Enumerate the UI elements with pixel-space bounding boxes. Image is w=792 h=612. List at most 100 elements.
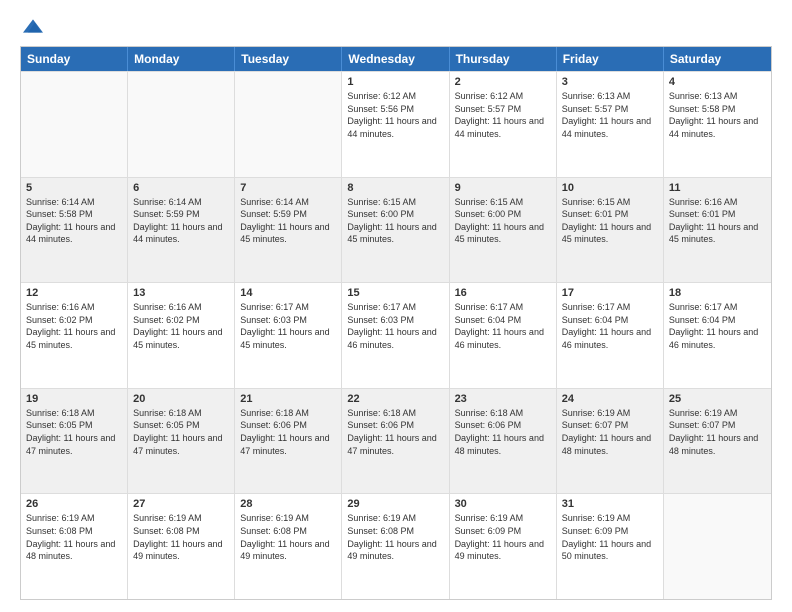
weekday-header: Tuesday — [235, 47, 342, 71]
cell-info: Sunrise: 6:19 AM Sunset: 6:08 PM Dayligh… — [347, 512, 443, 562]
calendar-body: 1 Sunrise: 6:12 AM Sunset: 5:56 PM Daylig… — [21, 71, 771, 599]
day-number: 29 — [347, 498, 443, 510]
day-number: 19 — [26, 393, 122, 405]
header — [20, 16, 772, 36]
cell-info: Sunrise: 6:14 AM Sunset: 5:58 PM Dayligh… — [26, 196, 122, 246]
cell-info: Sunrise: 6:14 AM Sunset: 5:59 PM Dayligh… — [240, 196, 336, 246]
day-number: 17 — [562, 287, 658, 299]
calendar-cell — [128, 72, 235, 177]
cell-info: Sunrise: 6:18 AM Sunset: 6:05 PM Dayligh… — [133, 407, 229, 457]
day-number: 7 — [240, 182, 336, 194]
calendar-cell: 14Sunrise: 6:17 AM Sunset: 6:03 PM Dayli… — [235, 283, 342, 388]
calendar-cell: 6 Sunrise: 6:14 AM Sunset: 5:59 PM Daylig… — [128, 178, 235, 283]
day-number: 9 — [455, 182, 551, 194]
day-number: 21 — [240, 393, 336, 405]
day-number: 15 — [347, 287, 443, 299]
calendar-cell: 7 Sunrise: 6:14 AM Sunset: 5:59 PM Daylig… — [235, 178, 342, 283]
cell-info: Sunrise: 6:19 AM Sunset: 6:08 PM Dayligh… — [240, 512, 336, 562]
calendar-cell: 21 Sunrise: 6:18 AM Sunset: 6:06 PM Dayli… — [235, 389, 342, 494]
cell-info: Sunrise: 6:17 AM Sunset: 6:04 PM Dayligh… — [669, 301, 766, 351]
cell-info: Sunrise: 6:19 AM Sunset: 6:09 PM Dayligh… — [455, 512, 551, 562]
day-number: 27 — [133, 498, 229, 510]
cell-info: Sunrise: 6:12 AM Sunset: 5:56 PM Dayligh… — [347, 90, 443, 140]
weekday-header: Thursday — [450, 47, 557, 71]
cell-info: Sunrise: 6:16 AM Sunset: 6:02 PM Dayligh… — [26, 301, 122, 351]
calendar-cell: 18 Sunrise: 6:17 AM Sunset: 6:04 PM Dayli… — [664, 283, 771, 388]
day-number: 13 — [133, 287, 229, 299]
page: SundayMondayTuesdayWednesdayThursdayFrid… — [0, 0, 792, 612]
cell-info: Sunrise: 6:19 AM Sunset: 6:07 PM Dayligh… — [669, 407, 766, 457]
weekday-header: Wednesday — [342, 47, 449, 71]
calendar-row: 1 Sunrise: 6:12 AM Sunset: 5:56 PM Daylig… — [21, 71, 771, 177]
day-number: 26 — [26, 498, 122, 510]
calendar-cell: 13 Sunrise: 6:16 AM Sunset: 6:02 PM Dayli… — [128, 283, 235, 388]
calendar-cell: 22 Sunrise: 6:18 AM Sunset: 6:06 PM Dayli… — [342, 389, 449, 494]
calendar-cell: 12 Sunrise: 6:16 AM Sunset: 6:02 PM Dayli… — [21, 283, 128, 388]
day-number: 11 — [669, 182, 766, 194]
calendar-cell: 10Sunrise: 6:15 AM Sunset: 6:01 PM Dayli… — [557, 178, 664, 283]
cell-info: Sunrise: 6:16 AM Sunset: 6:01 PM Dayligh… — [669, 196, 766, 246]
cell-info: Sunrise: 6:12 AM Sunset: 5:57 PM Dayligh… — [455, 90, 551, 140]
cell-info: Sunrise: 6:19 AM Sunset: 6:07 PM Dayligh… — [562, 407, 658, 457]
calendar-cell: 2Sunrise: 6:12 AM Sunset: 5:57 PM Daylig… — [450, 72, 557, 177]
day-number: 20 — [133, 393, 229, 405]
day-number: 31 — [562, 498, 658, 510]
cell-info: Sunrise: 6:15 AM Sunset: 6:00 PM Dayligh… — [347, 196, 443, 246]
day-number: 25 — [669, 393, 766, 405]
day-number: 6 — [133, 182, 229, 194]
calendar-row: 12 Sunrise: 6:16 AM Sunset: 6:02 PM Dayli… — [21, 282, 771, 388]
calendar-cell: 16Sunrise: 6:17 AM Sunset: 6:04 PM Dayli… — [450, 283, 557, 388]
calendar-cell: 28 Sunrise: 6:19 AM Sunset: 6:08 PM Dayli… — [235, 494, 342, 599]
weekday-header: Saturday — [664, 47, 771, 71]
weekday-header: Sunday — [21, 47, 128, 71]
calendar-cell: 17 Sunrise: 6:17 AM Sunset: 6:04 PM Dayli… — [557, 283, 664, 388]
calendar-cell: 20 Sunrise: 6:18 AM Sunset: 6:05 PM Dayli… — [128, 389, 235, 494]
cell-info: Sunrise: 6:18 AM Sunset: 6:06 PM Dayligh… — [347, 407, 443, 457]
calendar-cell: 1 Sunrise: 6:12 AM Sunset: 5:56 PM Daylig… — [342, 72, 449, 177]
cell-info: Sunrise: 6:17 AM Sunset: 6:04 PM Dayligh… — [562, 301, 658, 351]
day-number: 22 — [347, 393, 443, 405]
calendar-row: 5 Sunrise: 6:14 AM Sunset: 5:58 PM Daylig… — [21, 177, 771, 283]
day-number: 28 — [240, 498, 336, 510]
cell-info: Sunrise: 6:19 AM Sunset: 6:08 PM Dayligh… — [133, 512, 229, 562]
cell-info: Sunrise: 6:13 AM Sunset: 5:58 PM Dayligh… — [669, 90, 766, 140]
calendar-cell: 5 Sunrise: 6:14 AM Sunset: 5:58 PM Daylig… — [21, 178, 128, 283]
day-number: 12 — [26, 287, 122, 299]
day-number: 30 — [455, 498, 551, 510]
cell-info: Sunrise: 6:13 AM Sunset: 5:57 PM Dayligh… — [562, 90, 658, 140]
calendar-cell: 27 Sunrise: 6:19 AM Sunset: 6:08 PM Dayli… — [128, 494, 235, 599]
calendar-header: SundayMondayTuesdayWednesdayThursdayFrid… — [21, 47, 771, 71]
calendar-cell: 3Sunrise: 6:13 AM Sunset: 5:57 PM Daylig… — [557, 72, 664, 177]
day-number: 5 — [26, 182, 122, 194]
day-number: 16 — [455, 287, 551, 299]
cell-info: Sunrise: 6:16 AM Sunset: 6:02 PM Dayligh… — [133, 301, 229, 351]
cell-info: Sunrise: 6:18 AM Sunset: 6:05 PM Dayligh… — [26, 407, 122, 457]
calendar-cell — [235, 72, 342, 177]
calendar-cell: 23 Sunrise: 6:18 AM Sunset: 6:06 PM Dayli… — [450, 389, 557, 494]
calendar-cell: 19 Sunrise: 6:18 AM Sunset: 6:05 PM Dayli… — [21, 389, 128, 494]
calendar-cell — [664, 494, 771, 599]
calendar-cell: 11 Sunrise: 6:16 AM Sunset: 6:01 PM Dayli… — [664, 178, 771, 283]
cell-info: Sunrise: 6:17 AM Sunset: 6:03 PM Dayligh… — [347, 301, 443, 351]
calendar: SundayMondayTuesdayWednesdayThursdayFrid… — [20, 46, 772, 600]
day-number: 10 — [562, 182, 658, 194]
calendar-cell: 4Sunrise: 6:13 AM Sunset: 5:58 PM Daylig… — [664, 72, 771, 177]
day-number: 24 — [562, 393, 658, 405]
calendar-cell: 26Sunrise: 6:19 AM Sunset: 6:08 PM Dayli… — [21, 494, 128, 599]
day-number: 18 — [669, 287, 766, 299]
day-number: 23 — [455, 393, 551, 405]
cell-info: Sunrise: 6:14 AM Sunset: 5:59 PM Dayligh… — [133, 196, 229, 246]
weekday-header: Friday — [557, 47, 664, 71]
cell-info: Sunrise: 6:18 AM Sunset: 6:06 PM Dayligh… — [455, 407, 551, 457]
cell-info: Sunrise: 6:17 AM Sunset: 6:03 PM Dayligh… — [240, 301, 336, 351]
calendar-cell: 29 Sunrise: 6:19 AM Sunset: 6:08 PM Dayli… — [342, 494, 449, 599]
cell-info: Sunrise: 6:18 AM Sunset: 6:06 PM Dayligh… — [240, 407, 336, 457]
calendar-cell: 30 Sunrise: 6:19 AM Sunset: 6:09 PM Dayli… — [450, 494, 557, 599]
calendar-cell: 8Sunrise: 6:15 AM Sunset: 6:00 PM Daylig… — [342, 178, 449, 283]
logo — [20, 16, 43, 36]
cell-info: Sunrise: 6:15 AM Sunset: 6:00 PM Dayligh… — [455, 196, 551, 246]
day-number: 1 — [347, 76, 443, 88]
calendar-cell: 24 Sunrise: 6:19 AM Sunset: 6:07 PM Dayli… — [557, 389, 664, 494]
cell-info: Sunrise: 6:19 AM Sunset: 6:09 PM Dayligh… — [562, 512, 658, 562]
logo-icon — [23, 16, 43, 36]
